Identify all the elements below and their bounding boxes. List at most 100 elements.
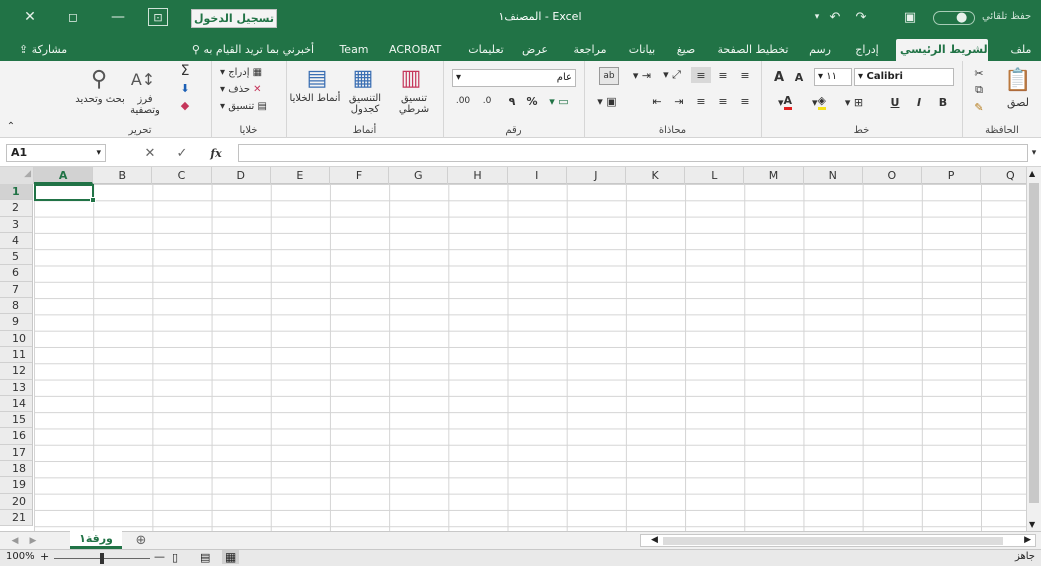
share-button[interactable]: ⇪ مشاركة: [8, 39, 78, 61]
autosave-toggle[interactable]: ●: [933, 10, 975, 25]
cell-area[interactable]: [34, 184, 1026, 531]
underline-button[interactable]: U: [886, 94, 904, 110]
collapse-ribbon-icon[interactable]: ⌃: [4, 119, 18, 133]
select-all-corner[interactable]: ◢: [0, 167, 34, 184]
insert-function-icon[interactable]: fx: [204, 144, 228, 162]
text-direction-icon[interactable]: ▾ ⇥: [629, 67, 655, 83]
row-header[interactable]: 7: [0, 282, 32, 299]
format-cells-button[interactable]: ▾ تنسيق ▤: [220, 99, 267, 115]
tab-team[interactable]: Team: [333, 39, 375, 61]
row-header[interactable]: 18: [0, 461, 32, 478]
fill-handle[interactable]: [90, 197, 96, 203]
format-as-table-icon[interactable]: ▦: [349, 65, 377, 91]
column-header[interactable]: N: [804, 167, 863, 184]
tell-me-search[interactable]: ⚲ أخبرني بما تريد القيام به: [178, 39, 328, 61]
align-left-icon[interactable]: ≡: [735, 93, 755, 109]
align-top-icon[interactable]: ≡: [691, 67, 711, 83]
cell-styles-icon[interactable]: ▤: [303, 65, 331, 91]
vertical-scrollbar[interactable]: ▲ ▼: [1026, 167, 1041, 531]
delete-cells-button[interactable]: ▾ حذف ✕: [220, 82, 262, 98]
increase-indent-icon[interactable]: ⇤: [647, 93, 667, 109]
merge-center-icon[interactable]: ▾ ▣: [593, 93, 621, 109]
tab-page-layout[interactable]: تخطيط الصفحة: [713, 39, 793, 61]
zoom-level[interactable]: 100%: [6, 551, 35, 562]
restore-icon[interactable]: ◻: [63, 8, 83, 26]
column-header[interactable]: E: [271, 167, 330, 184]
tab-view[interactable]: عرض: [517, 39, 553, 61]
tab-formulas[interactable]: صيغ: [670, 39, 702, 61]
row-header[interactable]: 6: [0, 265, 32, 282]
orientation-icon[interactable]: ▾ ⤢: [659, 67, 685, 83]
tab-review[interactable]: مراجعة: [566, 39, 614, 61]
row-header[interactable]: 16: [0, 428, 32, 445]
qat-more-icon[interactable]: ▾: [810, 10, 824, 24]
horizontal-scrollbar[interactable]: ◀ ▶: [640, 534, 1036, 547]
tab-insert[interactable]: إدراج: [849, 39, 885, 61]
borders-icon[interactable]: ▾ ⊞: [840, 94, 868, 110]
copy-icon[interactable]: ⧉: [969, 82, 989, 98]
format-painter-icon[interactable]: ✎: [969, 99, 989, 115]
zoom-slider-thumb[interactable]: [100, 553, 104, 564]
scroll-down-icon[interactable]: ▼: [1029, 520, 1035, 529]
paste-icon[interactable]: 📋: [1003, 65, 1033, 95]
column-header[interactable]: L: [685, 167, 745, 184]
align-center-icon[interactable]: ≡: [713, 93, 733, 109]
wrap-text-icon[interactable]: ab: [599, 67, 619, 85]
font-color-icon[interactable]: ▾ A: [770, 94, 800, 110]
vertical-scroll-thumb[interactable]: [1029, 183, 1039, 503]
column-header[interactable]: H: [448, 167, 508, 184]
column-header[interactable]: P: [922, 167, 982, 184]
tab-file[interactable]: ملف: [1004, 39, 1038, 61]
find-select-label[interactable]: بحث وتحديد: [74, 94, 126, 105]
column-header[interactable]: O: [863, 167, 922, 184]
column-header[interactable]: G: [389, 167, 449, 184]
cell-styles-label[interactable]: أنماط الخلايا: [289, 93, 341, 104]
italic-button[interactable]: I: [910, 94, 928, 110]
row-header[interactable]: 13: [0, 380, 32, 396]
column-header[interactable]: I: [508, 167, 567, 184]
redo-icon[interactable]: ↷: [854, 9, 868, 25]
sheet-prev-icon[interactable]: ◀: [8, 533, 22, 548]
row-header[interactable]: 1: [0, 184, 32, 201]
row-header[interactable]: 15: [0, 412, 32, 429]
row-header[interactable]: 8: [0, 298, 32, 315]
close-icon[interactable]: ✕: [20, 8, 40, 26]
clear-eraser-icon[interactable]: ◆: [174, 97, 196, 113]
row-header[interactable]: 2: [0, 200, 32, 217]
cancel-formula-icon[interactable]: ✕: [140, 144, 160, 162]
column-header[interactable]: M: [744, 167, 804, 184]
hscroll-right-icon[interactable]: ▶: [1024, 535, 1031, 545]
decrease-decimal-icon[interactable]: .0: [476, 93, 498, 109]
zoom-out-icon[interactable]: +: [40, 550, 49, 563]
tab-acrobat[interactable]: ACROBAT: [385, 39, 443, 61]
zoom-in-icon[interactable]: —: [154, 550, 165, 563]
ribbon-display-icon[interactable]: ⊡: [148, 8, 168, 26]
shrink-font-icon[interactable]: A: [790, 69, 808, 85]
tab-draw[interactable]: رسم: [803, 39, 837, 61]
row-header[interactable]: 3: [0, 217, 32, 233]
row-header[interactable]: 4: [0, 233, 32, 250]
page-break-view-icon[interactable]: ▯: [172, 551, 178, 564]
active-cell[interactable]: [34, 184, 96, 203]
hscroll-thumb[interactable]: [663, 537, 1003, 545]
row-header[interactable]: 19: [0, 477, 32, 494]
column-header[interactable]: C: [152, 167, 212, 184]
tab-data[interactable]: بيانات: [622, 39, 662, 61]
undo-icon[interactable]: ↶: [828, 9, 842, 25]
zoom-slider[interactable]: [54, 553, 150, 564]
page-layout-view-icon[interactable]: ▤: [200, 551, 210, 564]
row-header[interactable]: 10: [0, 331, 32, 347]
align-right-icon[interactable]: ≡: [691, 93, 711, 109]
find-select-icon[interactable]: ⚲: [84, 65, 114, 93]
percent-style-icon[interactable]: %: [524, 93, 540, 109]
bold-button[interactable]: B: [934, 94, 952, 110]
align-bottom-icon[interactable]: ≡: [735, 67, 755, 83]
cut-icon[interactable]: ✂: [969, 65, 989, 81]
row-header[interactable]: 12: [0, 363, 32, 380]
save-icon[interactable]: ▣: [902, 9, 918, 25]
expand-formula-icon[interactable]: ▾: [1028, 147, 1040, 159]
normal-view-icon[interactable]: ▦: [222, 550, 240, 564]
column-header[interactable]: B: [93, 167, 153, 184]
column-header[interactable]: A: [34, 167, 94, 184]
autosum-icon[interactable]: Σ: [174, 63, 196, 79]
